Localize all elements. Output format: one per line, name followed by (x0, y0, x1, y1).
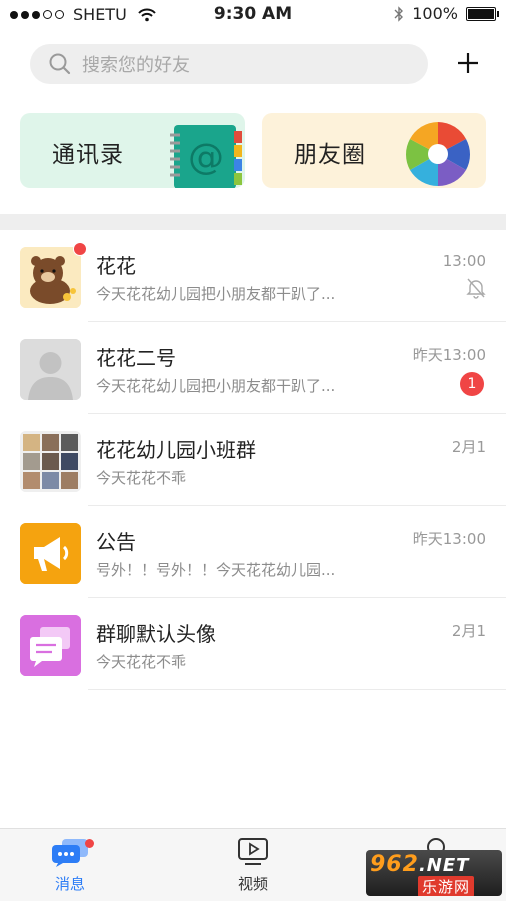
unread-badge: 1 (460, 372, 484, 396)
row-separator (88, 689, 506, 690)
tab-video[interactable]: 视频 (213, 837, 293, 894)
bluetooth-icon (394, 5, 404, 22)
watermark-sub: 乐游网 (418, 876, 475, 896)
chat-bubbles-icon (52, 839, 88, 867)
conversation-time: 13:00 (442, 252, 486, 270)
watermark-brand: 962.NET (370, 852, 470, 877)
conversation-row[interactable]: 花花二号 今天花花幼儿园把小朋友都干趴了... 昨天13:00 1 (0, 322, 506, 414)
conversation-time: 昨天13:00 (412, 530, 486, 548)
avatar (20, 431, 81, 492)
conversation-row[interactable]: 花花幼儿园小班群 今天花花不乖 2月1 (0, 414, 506, 506)
group-collage-icon (20, 431, 81, 492)
conversation-time: 2月1 (451, 438, 486, 456)
mute-bell-icon (466, 278, 486, 299)
conversation-row[interactable]: 公告 号外！！号外！！今天花花幼儿园... 昨天13:00 (0, 506, 506, 598)
battery-percent: 100% (412, 4, 458, 23)
conversation-name: 公告 (96, 530, 136, 554)
conversation-time: 2月1 (451, 622, 486, 640)
battery-icon (466, 6, 499, 21)
conversation-row[interactable]: 群聊默认头像 今天花花不乖 2月1 (0, 598, 506, 690)
conversation-name: 花花二号 (96, 346, 176, 370)
conversation-preview: 号外！！号外！！今天花花幼儿园... (96, 561, 336, 579)
tab-unread-dot (85, 839, 94, 848)
conversation-name: 花花 (96, 254, 136, 278)
contacts-card[interactable]: 通讯录 @ (20, 113, 245, 188)
tab-messages-label: 消息 (54, 875, 85, 893)
megaphone-icon (20, 523, 81, 584)
conversation-name: 花花幼儿园小班群 (96, 438, 256, 462)
tab-video-label: 视频 (237, 875, 268, 893)
moments-label: 朋友圈 (294, 142, 366, 168)
conversation-time: 昨天13:00 (412, 346, 486, 364)
moments-card[interactable]: 朋友圈 (262, 113, 486, 188)
aperture-icon (405, 122, 471, 187)
contacts-label: 通讯录 (52, 142, 124, 168)
search-icon (49, 53, 71, 75)
avatar (20, 247, 81, 308)
watermark-logo: 962.NET 乐游网 (366, 850, 502, 896)
address-book-icon: @ (170, 125, 242, 188)
unread-dot (73, 242, 87, 256)
tab-messages[interactable]: 消息 (30, 837, 110, 894)
video-play-icon (238, 838, 268, 865)
default-person-icon (20, 339, 81, 400)
status-bar: SHETU 9:30 AM 100% (0, 0, 506, 30)
avatar (20, 523, 81, 584)
conversation-row[interactable]: 花花 今天花花幼儿园把小朋友都干趴了... 13:00 (0, 230, 506, 322)
section-divider (0, 214, 506, 230)
group-chat-icon (20, 615, 81, 676)
conversation-preview: 今天花花不乖 (96, 469, 187, 487)
bear-avatar-icon (20, 247, 81, 308)
avatar (20, 615, 81, 676)
search-placeholder: 搜索您的好友 (82, 55, 190, 76)
conversation-preview: 今天花花幼儿园把小朋友都干趴了... (96, 377, 336, 395)
conversation-name: 群聊默认头像 (96, 622, 216, 646)
svg-text:@: @ (188, 137, 224, 178)
conversation-preview: 今天花花不乖 (96, 653, 187, 671)
avatar (20, 339, 81, 400)
search-bar[interactable]: 搜索您的好友 (30, 44, 428, 84)
add-icon[interactable] (453, 48, 483, 78)
conversation-preview: 今天花花幼儿园把小朋友都干趴了... (96, 285, 336, 303)
